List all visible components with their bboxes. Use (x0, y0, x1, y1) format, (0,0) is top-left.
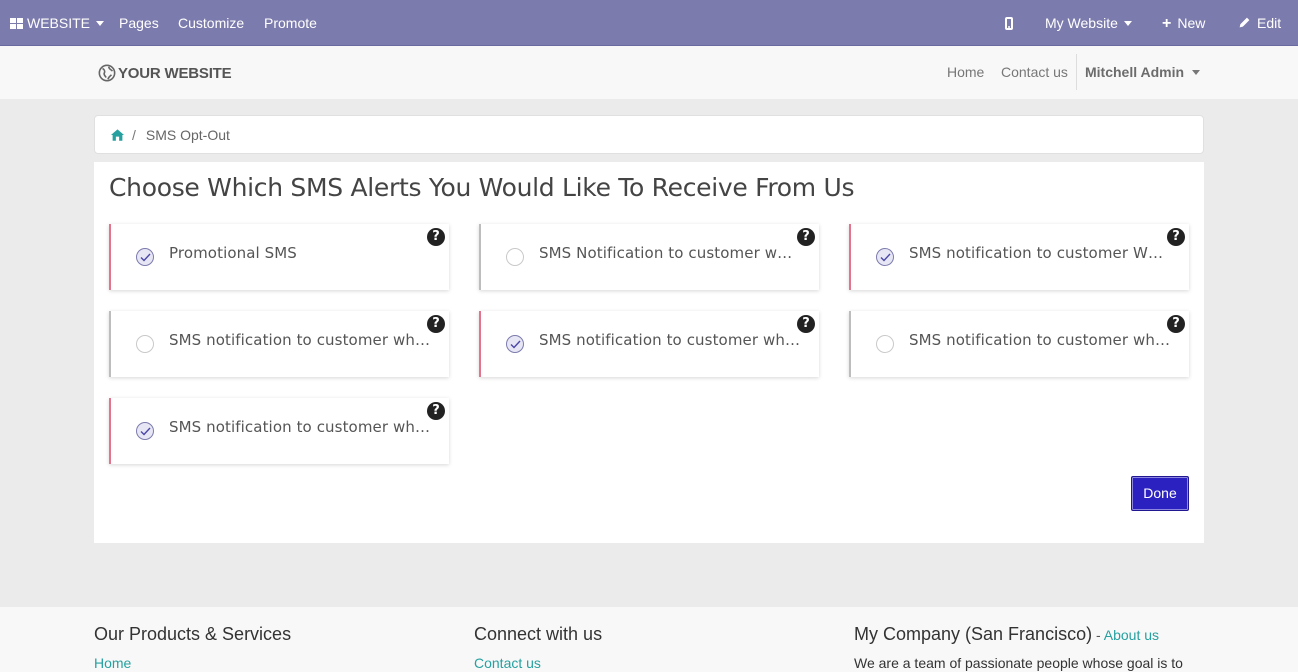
option-checkbox[interactable] (506, 248, 524, 266)
check-icon (140, 427, 151, 436)
nav-divider (1076, 54, 1077, 90)
sms-option-card[interactable]: SMS notification to customer When...? (849, 224, 1189, 290)
apps-grid-icon (10, 17, 23, 29)
option-checkbox[interactable] (876, 335, 894, 353)
chevron-down-icon (96, 20, 105, 26)
option-label: SMS notification to customer when ... (169, 331, 431, 349)
question-circle-icon[interactable]: ? (1167, 315, 1185, 333)
option-checkbox[interactable] (136, 248, 154, 266)
edit-button[interactable]: Edit (1238, 0, 1281, 46)
check-icon (140, 253, 151, 262)
breadcrumb-current: SMS Opt-Out (145, 126, 230, 143)
footer-products-title: Our Products & Services (94, 624, 292, 644)
option-checkbox[interactable] (136, 422, 154, 440)
option-label: SMS notification to customer when ... (169, 418, 431, 436)
site-header: YOUR WEBSITE Home Contact us Mitchell Ad… (0, 46, 1298, 99)
about-us-link[interactable]: About us (1104, 627, 1159, 643)
user-menu[interactable]: Mitchell Admin (1085, 64, 1201, 80)
nav-contact-link[interactable]: Contact us (1001, 64, 1068, 80)
question-circle-icon[interactable]: ? (1167, 228, 1185, 246)
footer-contact-link[interactable]: Contact us (474, 655, 541, 671)
admin-navbar: WEBSITE Pages Customize Promote My Websi… (0, 0, 1298, 46)
footer-connect-title: Connect with us (474, 624, 603, 644)
pages-menu[interactable]: Pages (119, 0, 159, 46)
page-title: Choose Which SMS Alerts You Would Like T… (109, 173, 855, 202)
company-description: We are a team of passionate people whose… (854, 655, 1183, 671)
plus-icon: + (1162, 15, 1172, 32)
mobile-icon (1005, 16, 1013, 30)
promote-menu[interactable]: Promote (264, 0, 317, 46)
option-checkbox[interactable] (876, 248, 894, 266)
question-circle-icon[interactable]: ? (427, 315, 445, 333)
globe-icon (98, 64, 116, 82)
option-label: Promotional SMS (169, 244, 297, 262)
check-icon (510, 340, 521, 349)
footer: Our Products & Services Home Connect wit… (0, 607, 1298, 672)
footer-home-link[interactable]: Home (94, 655, 131, 671)
company-name: My Company (San Francisco) (854, 624, 1093, 644)
website-switcher-label: My Website (1045, 15, 1118, 31)
new-label: New (1177, 15, 1206, 31)
question-circle-icon[interactable]: ? (427, 402, 445, 420)
site-logo[interactable]: YOUR WEBSITE (98, 63, 232, 83)
sms-option-card[interactable]: Promotional SMS? (109, 224, 449, 290)
sms-option-card[interactable]: SMS notification to customer when ...? (109, 398, 449, 464)
home-icon[interactable] (111, 128, 124, 141)
question-circle-icon[interactable]: ? (797, 315, 815, 333)
apps-menu-label: WEBSITE (27, 15, 91, 31)
question-circle-icon[interactable]: ? (797, 228, 815, 246)
sms-option-card[interactable]: SMS notification to customer when ...? (479, 311, 819, 377)
question-circle-icon[interactable]: ? (427, 228, 445, 246)
check-icon (880, 253, 891, 262)
apps-menu-button[interactable]: WEBSITE (10, 0, 105, 46)
option-checkbox[interactable] (136, 335, 154, 353)
sms-option-card[interactable]: SMS Notification to customer when...? (479, 224, 819, 290)
customize-menu[interactable]: Customize (178, 0, 244, 46)
sms-option-card[interactable]: SMS notification to customer when ...? (849, 311, 1189, 377)
breadcrumb: / SMS Opt-Out (94, 115, 1204, 154)
sms-option-card[interactable]: SMS notification to customer when ...? (109, 311, 449, 377)
nav-home-link[interactable]: Home (947, 64, 984, 80)
option-label: SMS notification to customer When... (909, 244, 1171, 262)
option-label: SMS notification to customer when ... (909, 331, 1171, 349)
done-button[interactable]: Done (1131, 476, 1189, 511)
edit-label: Edit (1257, 15, 1282, 31)
website-switcher[interactable]: My Website (1045, 0, 1132, 46)
chevron-down-icon (1192, 69, 1201, 75)
user-name: Mitchell Admin (1085, 64, 1185, 80)
new-content-button[interactable]: + New (1162, 0, 1205, 46)
pencil-icon (1239, 17, 1250, 28)
option-checkbox[interactable] (506, 335, 524, 353)
footer-company-title: My Company (San Francisco) - About us (854, 624, 1159, 645)
mobile-preview-button[interactable] (1005, 0, 1013, 46)
option-label: SMS notification to customer when ... (539, 331, 801, 349)
option-label: SMS Notification to customer when... (539, 244, 801, 262)
logo-text: YOUR WEBSITE (118, 64, 232, 82)
title-dash: - (1092, 627, 1104, 643)
sms-optout-panel: Choose Which SMS Alerts You Would Like T… (94, 162, 1204, 543)
breadcrumb-separator: / (132, 126, 136, 143)
chevron-down-icon (1123, 20, 1132, 26)
